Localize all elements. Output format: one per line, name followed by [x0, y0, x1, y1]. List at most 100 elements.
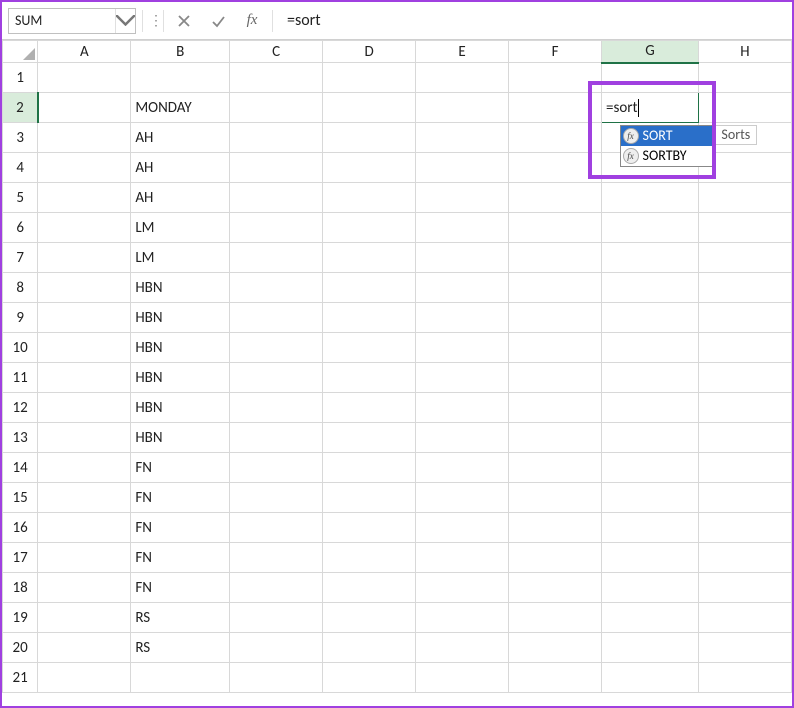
column-header-B[interactable]: B [131, 41, 230, 63]
cell-B14[interactable]: FN [131, 453, 230, 483]
cell-F5[interactable] [509, 183, 602, 213]
cell-G20[interactable] [602, 633, 699, 663]
cell-C14[interactable] [230, 453, 323, 483]
row-header-4[interactable]: 4 [3, 153, 38, 183]
cell-E2[interactable] [416, 93, 509, 123]
cell-F8[interactable] [509, 273, 602, 303]
cell-G14[interactable] [602, 453, 699, 483]
cell-F11[interactable] [509, 363, 602, 393]
cell-F13[interactable] [509, 423, 602, 453]
cell-E5[interactable] [416, 183, 509, 213]
cell-H17[interactable] [698, 543, 791, 573]
cell-B6[interactable]: LM [131, 213, 230, 243]
cell-D9[interactable] [323, 303, 416, 333]
cell-E14[interactable] [416, 453, 509, 483]
cell-E18[interactable] [416, 573, 509, 603]
cell-B20[interactable]: RS [131, 633, 230, 663]
cell-A19[interactable] [38, 603, 131, 633]
row-header-10[interactable]: 10 [3, 333, 38, 363]
cell-A12[interactable] [38, 393, 131, 423]
cell-B1[interactable] [131, 63, 230, 93]
cell-B17[interactable]: FN [131, 543, 230, 573]
cell-F12[interactable] [509, 393, 602, 423]
cell-B18[interactable]: FN [131, 573, 230, 603]
cell-A11[interactable] [38, 363, 131, 393]
cell-B15[interactable]: FN [131, 483, 230, 513]
cell-D20[interactable] [323, 633, 416, 663]
cell-D21[interactable] [323, 663, 416, 693]
cell-B8[interactable]: HBN [131, 273, 230, 303]
cell-H7[interactable] [698, 243, 791, 273]
autocomplete-option[interactable]: fxSORT [621, 126, 714, 146]
cell-H18[interactable] [698, 573, 791, 603]
cell-F14[interactable] [509, 453, 602, 483]
cell-F15[interactable] [509, 483, 602, 513]
cell-A17[interactable] [38, 543, 131, 573]
cell-C5[interactable] [230, 183, 323, 213]
cell-A20[interactable] [38, 633, 131, 663]
cell-E15[interactable] [416, 483, 509, 513]
cell-H11[interactable] [698, 363, 791, 393]
cell-A10[interactable] [38, 333, 131, 363]
cell-G18[interactable] [602, 573, 699, 603]
cell-G21[interactable] [602, 663, 699, 693]
cell-D7[interactable] [323, 243, 416, 273]
cell-G10[interactable] [602, 333, 699, 363]
cell-E11[interactable] [416, 363, 509, 393]
cell-A21[interactable] [38, 663, 131, 693]
cell-H12[interactable] [698, 393, 791, 423]
column-header-A[interactable]: A [38, 41, 131, 63]
row-header-1[interactable]: 1 [3, 63, 38, 93]
cell-D4[interactable] [323, 153, 416, 183]
cell-E1[interactable] [416, 63, 509, 93]
cell-C8[interactable] [230, 273, 323, 303]
cell-B4[interactable]: AH [131, 153, 230, 183]
column-header-H[interactable]: H [698, 41, 791, 63]
cell-C15[interactable] [230, 483, 323, 513]
column-header-D[interactable]: D [323, 41, 416, 63]
cell-D1[interactable] [323, 63, 416, 93]
formula-autocomplete-dropdown[interactable]: fxSORTfxSORTBY [620, 125, 715, 167]
cell-D10[interactable] [323, 333, 416, 363]
cell-E8[interactable] [416, 273, 509, 303]
cell-H6[interactable] [698, 213, 791, 243]
name-box-dropdown[interactable] [115, 9, 135, 33]
cell-E19[interactable] [416, 603, 509, 633]
cell-B16[interactable]: FN [131, 513, 230, 543]
cell-F10[interactable] [509, 333, 602, 363]
cell-C10[interactable] [230, 333, 323, 363]
cell-D16[interactable] [323, 513, 416, 543]
row-header-14[interactable]: 14 [3, 453, 38, 483]
cell-G11[interactable] [602, 363, 699, 393]
formula-input[interactable]: =sort [279, 8, 786, 34]
cell-G13[interactable] [602, 423, 699, 453]
cell-D15[interactable] [323, 483, 416, 513]
cell-D5[interactable] [323, 183, 416, 213]
row-header-2[interactable]: 2 [3, 93, 38, 123]
row-header-17[interactable]: 17 [3, 543, 38, 573]
cell-E4[interactable] [416, 153, 509, 183]
cell-H2[interactable] [698, 93, 791, 123]
cell-G7[interactable] [602, 243, 699, 273]
row-header-16[interactable]: 16 [3, 513, 38, 543]
cell-F4[interactable] [509, 153, 602, 183]
cell-B21[interactable] [131, 663, 230, 693]
cell-E16[interactable] [416, 513, 509, 543]
cell-E17[interactable] [416, 543, 509, 573]
cell-G1[interactable] [602, 63, 699, 93]
cell-A1[interactable] [38, 63, 131, 93]
cell-D8[interactable] [323, 273, 416, 303]
column-header-G[interactable]: G [602, 41, 699, 63]
cell-A15[interactable] [38, 483, 131, 513]
cell-F3[interactable] [509, 123, 602, 153]
cell-D17[interactable] [323, 543, 416, 573]
spreadsheet-grid[interactable]: ABCDEFGH12MONDAY=sort3AH4AH5AH6LM7LM8HBN… [2, 40, 792, 706]
cell-H19[interactable] [698, 603, 791, 633]
cell-C3[interactable] [230, 123, 323, 153]
cell-A7[interactable] [38, 243, 131, 273]
row-header-21[interactable]: 21 [3, 663, 38, 693]
cell-F19[interactable] [509, 603, 602, 633]
cell-E12[interactable] [416, 393, 509, 423]
cell-C21[interactable] [230, 663, 323, 693]
enter-icon[interactable] [204, 9, 232, 33]
